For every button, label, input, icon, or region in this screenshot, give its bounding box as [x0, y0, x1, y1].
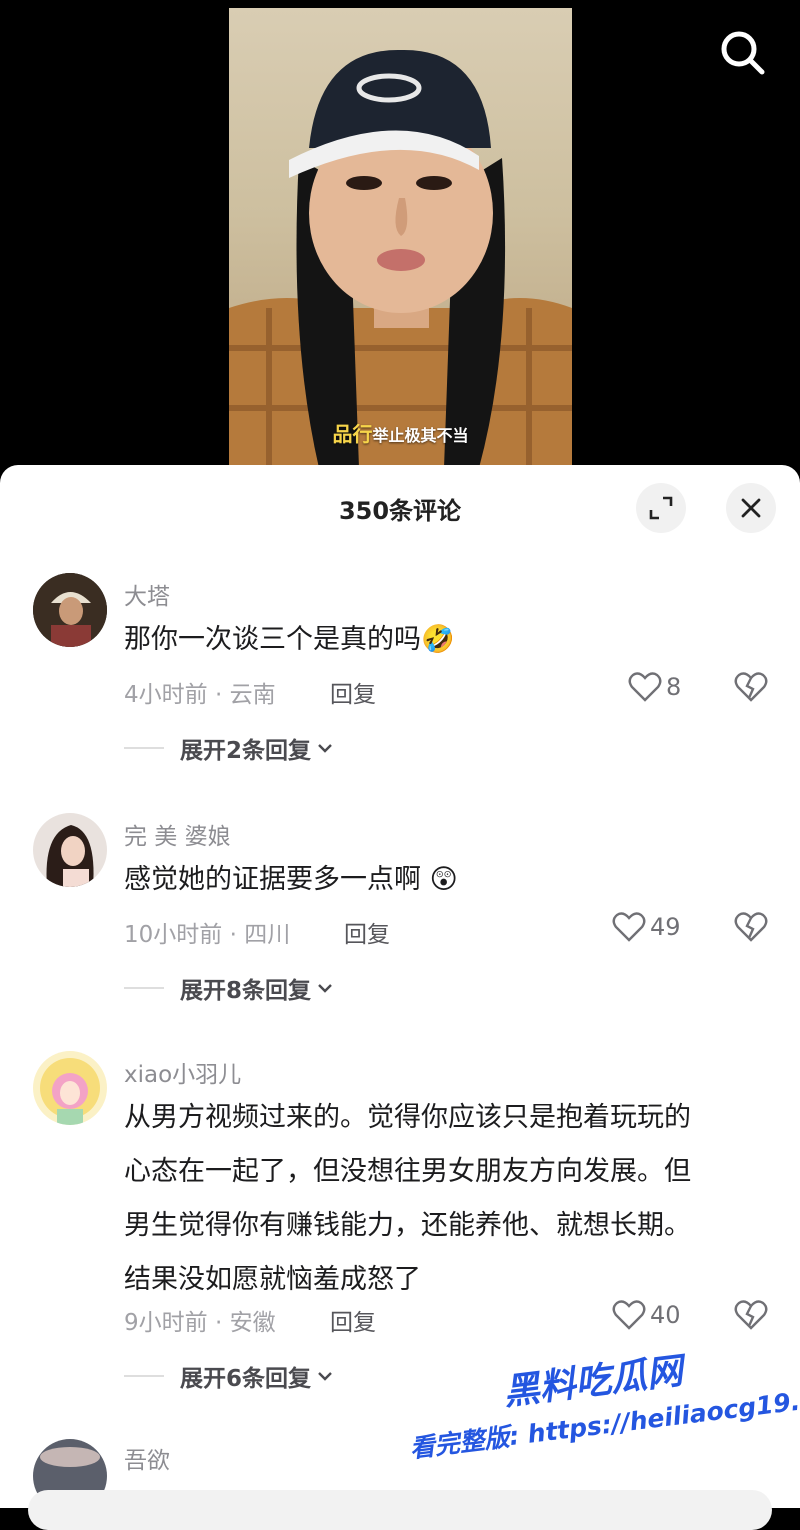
like-button[interactable]: 40 — [612, 1299, 681, 1331]
dislike-button[interactable] — [734, 911, 768, 947]
close-icon — [741, 498, 761, 518]
like-button[interactable]: 8 — [628, 671, 681, 703]
expand-replies-button[interactable]: 展开2条回复 — [124, 731, 333, 765]
search-button[interactable] — [718, 28, 768, 78]
avatar[interactable] — [33, 573, 107, 647]
expand-replies-button[interactable]: 展开6条回复 — [124, 1359, 333, 1393]
reply-button[interactable]: 回复 — [330, 1303, 376, 1337]
comment-text: 那你一次谈三个是真的吗🤣 — [124, 624, 455, 655]
search-icon — [721, 31, 765, 75]
expand-replies-label: 展开2条回复 — [180, 738, 312, 764]
video-still-image — [229, 49, 572, 468]
like-button[interactable]: 49 — [612, 911, 681, 943]
dislike-button[interactable] — [734, 671, 768, 707]
video-subtitle: 品行举止极其不当 — [229, 418, 572, 447]
comment-meta: 10小时前 · 四川 — [124, 922, 291, 948]
avatar-image — [33, 573, 107, 647]
heart-icon — [612, 912, 646, 942]
close-button[interactable] — [726, 483, 776, 533]
comment-input-bar[interactable] — [28, 1490, 772, 1530]
comment-meta: 4小时前 · 云南 — [124, 682, 276, 708]
reply-button[interactable]: 回复 — [330, 675, 376, 709]
comment-text-line: 从男方视频过来的。觉得你应该只是抱着玩玩的 — [124, 1102, 691, 1133]
chevron-down-icon — [318, 984, 332, 993]
avatar-image — [33, 813, 107, 887]
comment-username[interactable]: 大塔 — [124, 577, 170, 611]
video-player[interactable]: 品行举止极其不当 — [0, 0, 800, 480]
reply-button[interactable]: 回复 — [344, 915, 390, 949]
comments-header: 350条评论 — [0, 465, 800, 551]
comment-text-line: 心态在一起了，但没想往男女朋友方向发展。但 — [124, 1156, 691, 1187]
chevron-down-icon — [318, 1372, 332, 1381]
comment-username[interactable]: 吾欲 — [124, 1441, 170, 1475]
comment-username[interactable]: xiao小羽儿 — [124, 1055, 241, 1089]
fullscreen-icon — [649, 496, 673, 520]
video-frame: 品行举止极其不当 — [229, 8, 572, 468]
expand-replies-label: 展开8条回复 — [180, 978, 312, 1004]
subtitle-highlight: 品行 — [332, 422, 373, 446]
broken-heart-icon — [734, 672, 768, 702]
comment-text: 从男方视频过来的。觉得你应该只是抱着玩玩的 心态在一起了，但没想往男女朋友方向发… — [124, 1091, 774, 1307]
comment-username[interactable]: 完 美 婆娘 — [124, 817, 231, 851]
like-count: 49 — [650, 913, 681, 941]
comment-text: 感觉她的证据要多一点啊 😲 — [124, 864, 458, 895]
avatar-image — [33, 1051, 107, 1125]
expand-replies-button[interactable]: 展开8条回复 — [124, 971, 333, 1005]
heart-icon — [628, 672, 662, 702]
subtitle-text: 举止极其不当 — [372, 426, 469, 445]
divider-line — [124, 987, 164, 989]
like-count: 40 — [650, 1301, 681, 1329]
chevron-down-icon — [318, 744, 332, 753]
like-count: 8 — [666, 673, 682, 701]
divider-line — [124, 747, 164, 749]
avatar[interactable] — [33, 813, 107, 887]
avatar[interactable] — [33, 1051, 107, 1125]
expand-replies-label: 展开6条回复 — [180, 1366, 312, 1392]
divider-line — [124, 1375, 164, 1377]
comment-text-line: 男生觉得你有赚钱能力，还能养他、就想长期。 — [124, 1210, 691, 1241]
fullscreen-button[interactable] — [636, 483, 686, 533]
heart-icon — [612, 1300, 646, 1330]
broken-heart-icon — [734, 912, 768, 942]
comment-meta: 9小时前 · 安徽 — [124, 1310, 276, 1336]
